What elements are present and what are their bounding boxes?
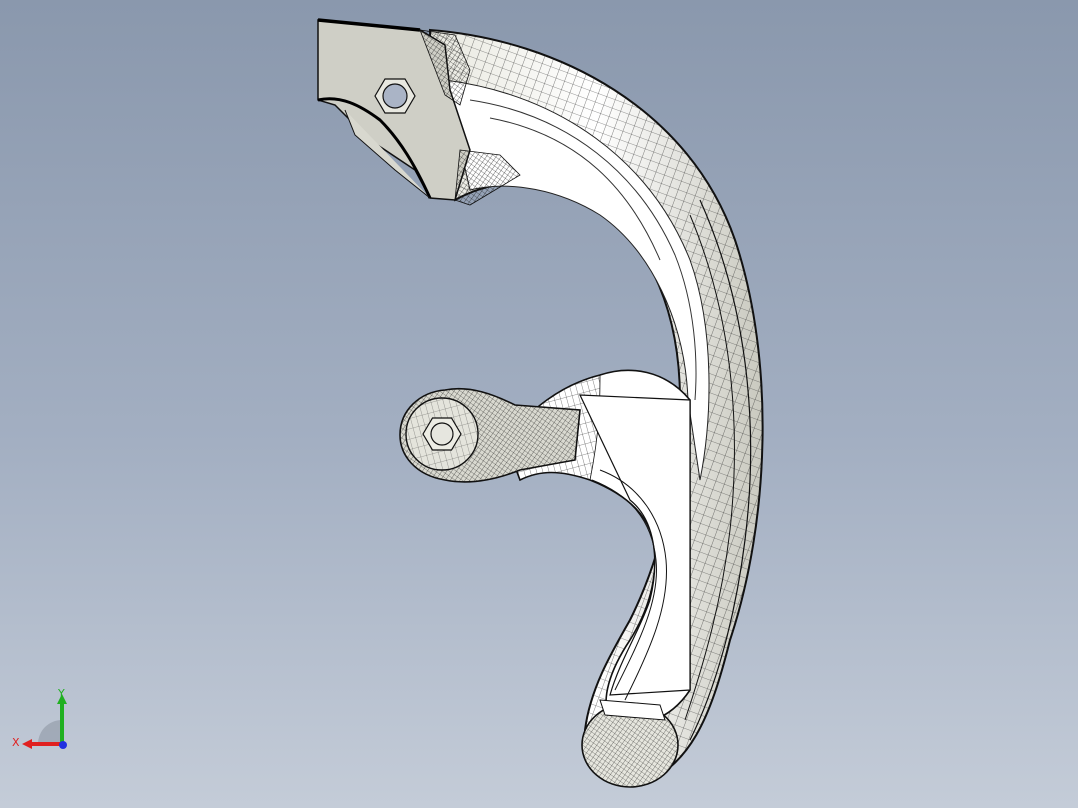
x-axis-arrow	[22, 739, 32, 749]
cad-model[interactable]	[0, 0, 1078, 808]
x-axis-label: X	[12, 736, 20, 749]
y-axis-label: Y	[57, 687, 65, 700]
coordinate-triad: Y X	[12, 687, 67, 749]
z-axis-dot	[59, 741, 67, 749]
graphics-viewport[interactable]: Y X	[0, 0, 1078, 808]
